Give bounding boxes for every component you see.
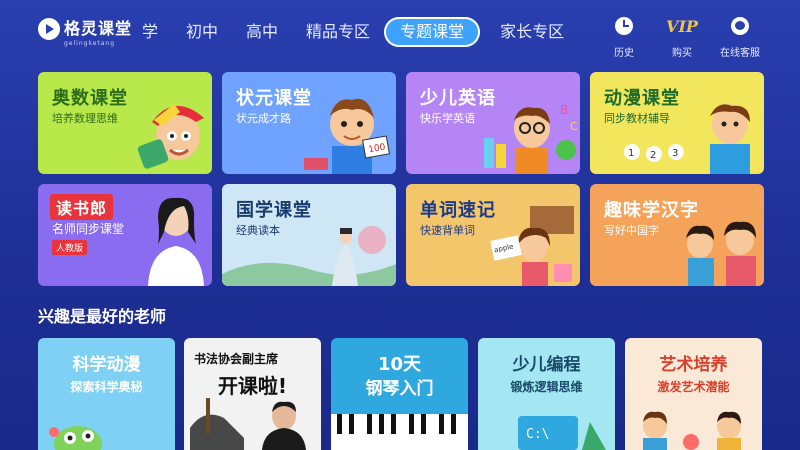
logo-play-icon (38, 18, 60, 40)
logo-text: 格灵课堂 (64, 19, 133, 38)
teacher-photo (148, 197, 204, 286)
card-title: 10天 (377, 354, 422, 375)
card-title: 读书郎 (50, 194, 114, 220)
main-nav: 学 初中 高中 精品专区 专题课堂 家长专区 (142, 17, 592, 47)
cartoon-kids-writing-illustration (686, 221, 756, 286)
section-title: 兴趣是最好的老师 (38, 307, 167, 326)
history-button[interactable]: 历史 (598, 14, 650, 59)
cartoon-kids-painting-illustration (643, 411, 741, 450)
nav-item-senior-high[interactable]: 高中 (246, 17, 278, 47)
course-card-dushulang[interactable]: 读书郎 名师同步课堂 人教版 (38, 184, 212, 286)
course-card-math-olympiad[interactable]: 奥数课堂 培养数理思维 (38, 72, 212, 174)
card-subtitle: 锻炼逻辑思维 (510, 380, 583, 394)
card-title: 艺术培养 (659, 355, 728, 375)
interest-card-science-cartoon[interactable]: 科学动漫 探索科学奥秘 (38, 338, 175, 450)
cartoon-character-illustration (49, 426, 102, 450)
svg-text:B: B (560, 103, 568, 117)
cartoon-girl-flashcard-illustration: apple (490, 206, 574, 286)
card-subtitle: 探索科学奥秘 (70, 380, 143, 394)
piano-keys-illustration (331, 414, 468, 450)
card-title: 开课啦! (217, 374, 288, 398)
svg-text:C: C (570, 120, 578, 133)
svg-text:2: 2 (650, 150, 656, 161)
logo: 格灵课堂 (38, 18, 132, 40)
card-title: 国学课堂 (236, 200, 312, 221)
customer-service-button[interactable]: 在线客服 (714, 14, 766, 59)
course-card-chinese-classics[interactable]: 国学课堂 经典读本 (222, 184, 396, 286)
ancient-scholar-illustration (222, 226, 396, 286)
nav-item-topic-class[interactable]: 专题课堂 (384, 17, 481, 47)
svg-text:1: 1 (628, 148, 634, 159)
clock-icon (615, 17, 633, 35)
card-title: 科学动漫 (72, 355, 141, 375)
card-subtitle: 写好中国字 (604, 224, 659, 237)
interest-card-kids-coding[interactable]: 少儿编程 锻炼逻辑思维 C:\ (478, 338, 615, 450)
toolbar: 历史 VIP 购买 在线客服 (592, 14, 766, 60)
course-card-cartoon-class[interactable]: 动漫课堂 同步教材辅导 1 2 3 (590, 72, 764, 174)
cartoon-student-illustration: 100 (304, 98, 390, 174)
card-subtitle: 状元成才路 (236, 112, 291, 125)
card-subtitle: 快速背单词 (420, 224, 475, 237)
interest-card-piano[interactable]: 10天 钢琴入门 (331, 338, 468, 450)
logo-subtitle: gelingketang (64, 40, 116, 47)
purchase-button[interactable]: VIP 购买 (656, 14, 708, 60)
customer-service-label: 在线客服 (720, 48, 760, 59)
interest-card-art[interactable]: 艺术培养 激发艺术潜能 (625, 338, 762, 450)
card-subtitle: 快乐学英语 (420, 112, 475, 125)
top-bar: 格灵课堂 gelingketang 学 初中 高中 精品专区 专题课堂 家长专区… (0, 0, 800, 64)
course-card-word-memory[interactable]: 单词速记 快速背单词 apple (406, 184, 580, 286)
card-title: 少儿编程 (512, 355, 581, 375)
edition-badge: 人教版 (52, 240, 88, 255)
card-subtitle: 激发艺术潜能 (657, 380, 730, 394)
history-label: 历史 (614, 48, 634, 59)
svg-text:C:\: C:\ (526, 427, 549, 442)
cartoon-boy-with-glasses-illustration: B C (484, 103, 578, 174)
nav-item-premium[interactable]: 精品专区 (306, 17, 370, 47)
card-title: 奥数课堂 (52, 88, 128, 109)
nav-item-xue[interactable]: 学 (142, 17, 158, 47)
interest-card-calligraphy[interactable]: 书法协会副主席 开课啦! (184, 338, 321, 450)
svg-text:3: 3 (672, 148, 678, 159)
customer-service-icon (731, 17, 749, 35)
card-title: 状元课堂 (236, 88, 312, 109)
course-card-fun-characters[interactable]: 趣味学汉字 写好中国字 (590, 184, 764, 286)
card-subtitle: 培养数理思维 (52, 112, 118, 125)
course-card-top-scholar[interactable]: 状元课堂 状元成才路 100 (222, 72, 396, 174)
nav-item-parents[interactable]: 家长专区 (500, 17, 564, 47)
code-terminal-illustration: C:\ (518, 416, 606, 450)
card-subtitle: 钢琴入门 (365, 379, 434, 399)
calligraphy-teacher-illustration (190, 398, 306, 450)
cartoon-kid-numbers-illustration: 1 2 3 (624, 104, 750, 174)
vip-icon: VIP (666, 16, 698, 36)
purchase-label: 购买 (672, 48, 692, 59)
course-card-kids-english[interactable]: 少儿英语 快乐学英语 B C (406, 72, 580, 174)
nav-item-junior-high[interactable]: 初中 (186, 17, 218, 47)
card-pretitle: 书法协会副主席 (194, 352, 279, 366)
card-subtitle: 名师同步课堂 (52, 222, 125, 236)
cartoon-boy-illustration (137, 104, 204, 169)
